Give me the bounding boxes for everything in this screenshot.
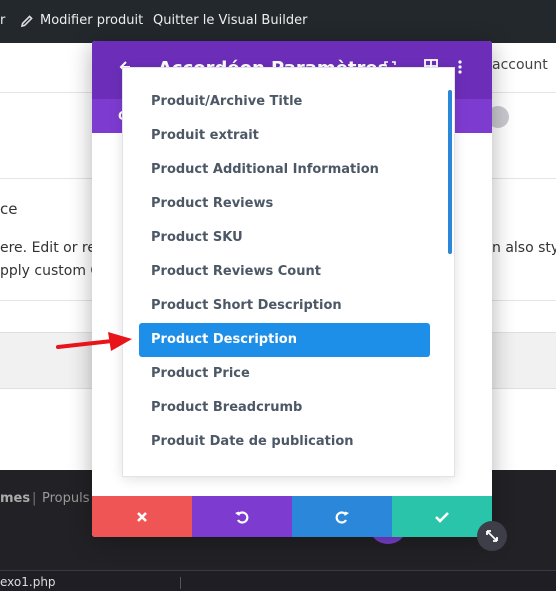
redo-button[interactable] xyxy=(292,496,392,537)
page-text-fragment-1: ere. Edit or ren xyxy=(0,240,105,256)
modal-resize-handle[interactable] xyxy=(477,521,507,551)
more-options-icon[interactable] xyxy=(458,60,462,78)
dropdown-scrollbar[interactable] xyxy=(448,90,452,254)
dynamic-content-dropdown: Produit/Archive Title Produit extrait Pr… xyxy=(122,67,455,477)
admin-bar: r Modifier produit Quitter le Visual Bui… xyxy=(0,0,556,43)
annotation-arrow-icon xyxy=(56,332,132,351)
undo-button[interactable] xyxy=(192,496,292,537)
dropdown-item-description[interactable]: Product Description xyxy=(139,323,430,357)
dropdown-item-breadcrumb[interactable]: Product Breadcrumb xyxy=(139,391,430,425)
dropdown-item-reviews[interactable]: Product Reviews xyxy=(139,187,430,221)
undo-icon xyxy=(235,510,249,524)
dropdown-item-publish-date[interactable]: Produit Date de publication xyxy=(139,425,430,459)
dropdown-item-archive-title[interactable]: Produit/Archive Title xyxy=(139,85,430,119)
account-link[interactable]: account xyxy=(492,57,548,73)
dropdown-item-additional-information[interactable]: Product Additional Information xyxy=(139,153,430,187)
file-tab[interactable]: exo1.php xyxy=(0,575,56,589)
footer-theme-name: mes xyxy=(0,491,31,506)
pencil-icon xyxy=(20,15,33,28)
cancel-icon xyxy=(137,511,147,522)
cancel-button[interactable] xyxy=(92,496,192,537)
tab-separator xyxy=(180,577,181,589)
resize-arrows-icon xyxy=(486,530,498,542)
dropdown-item-reviews-count[interactable]: Product Reviews Count xyxy=(139,255,430,289)
quit-visual-builder-link[interactable]: Quitter le Visual Builder xyxy=(153,13,307,28)
dropdown-item-excerpt[interactable]: Produit extrait xyxy=(139,119,430,153)
page-text-fragment-3: n also styl xyxy=(492,240,556,256)
modal-footer xyxy=(92,496,492,537)
footer-powered-by: Propuls xyxy=(42,491,90,506)
dropdown-item-price[interactable]: Product Price xyxy=(139,357,430,391)
redo-icon xyxy=(335,510,349,524)
dropdown-item-sku[interactable]: Product SKU xyxy=(139,221,430,255)
admin-bar-cut-item[interactable]: r xyxy=(0,13,5,28)
page-heading-fragment: ce xyxy=(0,200,18,218)
check-icon xyxy=(435,511,449,523)
editor-tab-bar: exo1.php xyxy=(0,570,556,591)
footer-separator: | xyxy=(32,491,37,506)
dropdown-item-short-description[interactable]: Product Short Description xyxy=(139,289,430,323)
edit-product-label: Modifier produit xyxy=(40,13,144,28)
